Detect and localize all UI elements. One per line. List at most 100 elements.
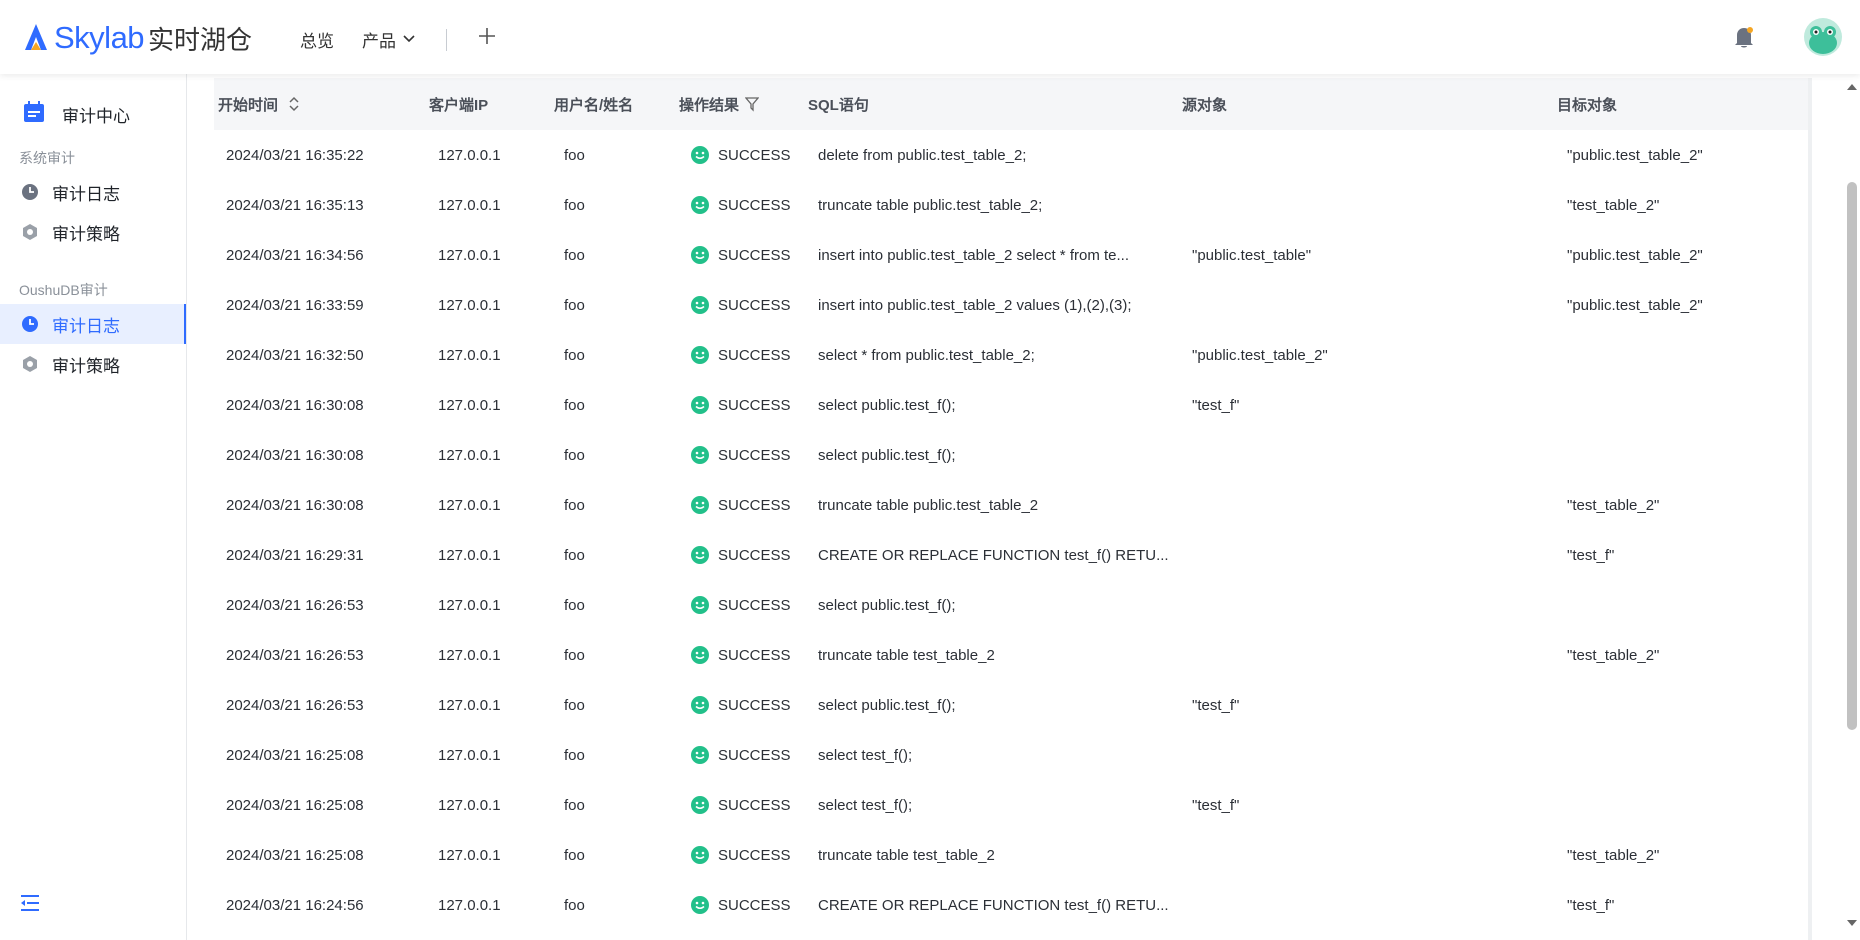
notification-button[interactable] (1732, 24, 1756, 50)
result-text: SUCCESS (718, 896, 791, 914)
table-row[interactable]: 2024/03/21 16:25:08 127.0.0.1 foo SUCCESS se… (214, 780, 1808, 830)
cell-result: SUCCESS (691, 280, 791, 330)
cell-client-ip: 127.0.0.1 (438, 546, 501, 564)
sidebar-item-oushu-audit-log[interactable]: 审计日志 (0, 304, 186, 344)
cell-sql: select * from public.test_table_2; (818, 346, 1035, 364)
success-smile-icon (691, 696, 709, 714)
add-tab-button[interactable] (478, 24, 496, 52)
column-result[interactable]: 操作结果 (679, 78, 760, 130)
cell-start-time: 2024/03/21 16:25:08 (226, 746, 364, 764)
cell-client-ip: 127.0.0.1 (438, 646, 501, 664)
table-row[interactable]: 2024/03/21 16:26:53 127.0.0.1 foo SUCCESS tr… (214, 630, 1808, 680)
cell-sql: CREATE OR REPLACE FUNCTION test_f() RETU… (818, 546, 1169, 564)
cell-client-ip: 127.0.0.1 (438, 296, 501, 314)
sidebar-item-label: 审计策略 (52, 356, 120, 376)
cell-user: foo (564, 196, 585, 214)
cell-start-time: 2024/03/21 16:35:22 (226, 146, 364, 164)
column-user: 用户名/姓名 (554, 96, 634, 114)
column-source: 源对象 (1182, 96, 1228, 114)
result-text: SUCCESS (718, 246, 791, 264)
success-smile-icon (691, 496, 709, 514)
table-row[interactable]: 2024/03/21 16:35:22 127.0.0.1 foo SUCCESS de… (214, 130, 1808, 180)
result-text: SUCCESS (718, 746, 791, 764)
sidebar-title-label: 审计中心 (62, 106, 130, 126)
result-text: SUCCESS (718, 346, 791, 364)
cell-start-time: 2024/03/21 16:24:56 (226, 896, 364, 914)
cell-sql: select test_f(); (818, 796, 913, 814)
success-smile-icon (691, 896, 709, 914)
user-avatar[interactable] (1804, 18, 1842, 56)
cell-sql: select public.test_f(); (818, 446, 956, 464)
cell-start-time: 2024/03/21 16:26:53 (226, 696, 364, 714)
nav-products[interactable]: 产品 (362, 24, 415, 54)
cell-user: foo (564, 596, 585, 614)
table-row[interactable]: 2024/03/21 16:30:08 127.0.0.1 foo SUCCESS se… (214, 380, 1808, 430)
cell-client-ip: 127.0.0.1 (438, 246, 501, 264)
scrollbar-thumb[interactable] (1847, 182, 1857, 730)
bell-icon (1735, 27, 1753, 48)
success-smile-icon (691, 646, 709, 664)
logo[interactable]: Skylab 实时湖仓 (22, 18, 252, 58)
table-row[interactable]: 2024/03/21 16:25:08 127.0.0.1 foo SUCCESS se… (214, 730, 1808, 780)
table-row[interactable]: 2024/03/21 16:24:56 127.0.0.1 foo SUCCESS CR… (214, 880, 1808, 930)
table-row[interactable]: 2024/03/21 16:29:31 127.0.0.1 foo SUCCESS CR… (214, 530, 1808, 580)
table-row[interactable]: 2024/03/21 16:26:53 127.0.0.1 foo SUCCESS se… (214, 680, 1808, 730)
cell-result: SUCCESS (691, 630, 791, 680)
cell-client-ip: 127.0.0.1 (438, 196, 501, 214)
cell-sql: select public.test_f(); (818, 696, 956, 714)
result-text: SUCCESS (718, 446, 791, 464)
cell-result: SUCCESS (691, 730, 791, 780)
brand-subtitle: 实时湖仓 (148, 24, 253, 55)
column-label: 开始时间 (218, 96, 279, 114)
cell-result: SUCCESS (691, 180, 791, 230)
sidebar-item-system-audit-policy[interactable]: 审计策略 (0, 212, 186, 252)
sort-icon[interactable] (288, 96, 300, 112)
filter-icon[interactable] (745, 96, 760, 112)
cell-user: foo (564, 296, 585, 314)
table-row[interactable]: 2024/03/21 16:33:59 127.0.0.1 foo SUCCESS in… (214, 280, 1808, 330)
success-smile-icon (691, 796, 709, 814)
cell-sql: insert into public.test_table_2 values (… (818, 296, 1132, 314)
table-row[interactable]: 2024/03/21 16:26:53 127.0.0.1 foo SUCCESS se… (214, 580, 1808, 630)
sidebar-group-system: 系统审计 (19, 150, 75, 166)
sidebar-item-oushu-audit-policy[interactable]: 审计策略 (0, 344, 186, 384)
cell-result: SUCCESS (691, 880, 791, 930)
table-row[interactable]: 2024/03/21 16:35:13 127.0.0.1 foo SUCCESS tr… (214, 180, 1808, 230)
scroll-down-arrow-icon[interactable] (1846, 918, 1858, 928)
sidebar-collapse-button[interactable] (20, 894, 40, 912)
plus-icon (479, 28, 495, 44)
cell-sql: select test_f(); (818, 746, 913, 764)
table-row[interactable]: 2024/03/21 16:34:56 127.0.0.1 foo SUCCESS in… (214, 230, 1808, 280)
column-start-time[interactable]: 开始时间 (218, 78, 300, 130)
cell-target: "public.test_table_2" (1567, 246, 1703, 264)
cell-user: foo (564, 496, 585, 514)
result-text: SUCCESS (718, 796, 791, 814)
cell-start-time: 2024/03/21 16:30:08 (226, 396, 364, 414)
skylab-logo-icon (25, 24, 47, 50)
nav-overview[interactable]: 总览 (300, 24, 334, 54)
cell-source: "test_f" (1192, 696, 1240, 714)
cell-start-time: 2024/03/21 16:26:53 (226, 646, 364, 664)
cell-user: foo (564, 396, 585, 414)
cell-user: foo (564, 746, 585, 764)
sidebar-item-system-audit-log[interactable]: 审计日志 (0, 172, 186, 212)
table-row[interactable]: 2024/03/21 16:30:08 127.0.0.1 foo SUCCESS se… (214, 430, 1808, 480)
cell-result: SUCCESS (691, 780, 791, 830)
cell-target: "test_table_2" (1567, 846, 1660, 864)
table-row[interactable]: 2024/03/21 16:25:08 127.0.0.1 foo SUCCESS tr… (214, 830, 1808, 880)
cell-result: SUCCESS (691, 830, 791, 880)
cell-client-ip: 127.0.0.1 (438, 396, 501, 414)
result-text: SUCCESS (718, 546, 791, 564)
table-row[interactable]: 2024/03/21 16:32:50 127.0.0.1 foo SUCCESS se… (214, 330, 1808, 380)
cell-result: SUCCESS (691, 580, 791, 630)
cell-target: "public.test_table_2" (1567, 146, 1703, 164)
success-smile-icon (691, 196, 709, 214)
scroll-up-arrow-icon[interactable] (1846, 82, 1858, 92)
cell-start-time: 2024/03/21 16:32:50 (226, 346, 364, 364)
table-row[interactable]: 2024/03/21 16:30:08 127.0.0.1 foo SUCCESS tr… (214, 480, 1808, 530)
nav-divider (446, 29, 447, 51)
column-label: 操作结果 (679, 96, 740, 114)
cell-user: foo (564, 346, 585, 364)
nav-products-label: 产品 (362, 31, 396, 51)
cell-result: SUCCESS (691, 530, 791, 580)
